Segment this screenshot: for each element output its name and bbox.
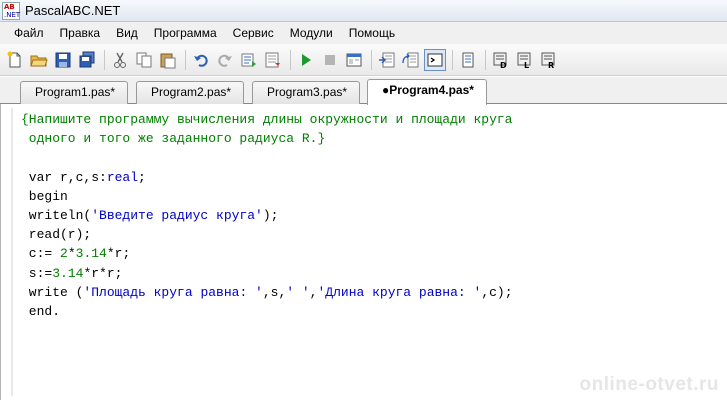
menu-service[interactable]: Сервис bbox=[225, 26, 282, 40]
code-token: c:= bbox=[21, 246, 61, 262]
code-token: real bbox=[106, 169, 139, 185]
menu-file[interactable]: Файл bbox=[6, 26, 52, 40]
tab-strip: Program1.pas* Program2.pas* Program3.pas… bbox=[0, 77, 727, 105]
code-line[interactable]: var r,c,s:real; bbox=[21, 168, 513, 187]
code-token: read(r); bbox=[21, 227, 92, 243]
code-line[interactable]: c:= 2*3.14*r; bbox=[21, 244, 513, 263]
code-token: writeln( bbox=[21, 207, 92, 223]
code-line[interactable]: s:=3.14*r*r; bbox=[21, 264, 513, 283]
code-token: 3.14 bbox=[75, 246, 107, 262]
code-token: ,c); bbox=[481, 284, 513, 300]
tab-program3[interactable]: Program3.pas* bbox=[252, 81, 361, 104]
code-token: * bbox=[67, 246, 76, 262]
watermark: online-otvet.ru bbox=[579, 374, 719, 395]
code-token: var r,c,s: bbox=[21, 169, 107, 185]
toolbar-separator bbox=[371, 49, 372, 70]
code-line[interactable]: write ('Площадь круга равна: ',s,' ','Дл… bbox=[21, 283, 513, 302]
step-over-icon[interactable] bbox=[400, 49, 422, 71]
stop-icon[interactable] bbox=[319, 49, 341, 71]
menu-edit[interactable]: Правка bbox=[52, 26, 109, 40]
code-token: end. bbox=[21, 303, 61, 319]
undo-icon[interactable] bbox=[190, 49, 212, 71]
toolbar-separator bbox=[104, 49, 105, 70]
menu-bar: Файл Правка Вид Программа Сервис Модули … bbox=[0, 22, 727, 44]
toolbar-separator bbox=[290, 49, 291, 70]
toolbar: D L R bbox=[0, 44, 727, 76]
app-icon: AB .NET bbox=[2, 1, 21, 20]
code-line[interactable]: writeln('Введите радиус круга'); bbox=[21, 206, 513, 225]
code-l-icon[interactable]: L bbox=[514, 49, 536, 71]
code-token: одного и того же заданного радиуса R.} bbox=[21, 131, 326, 147]
code-line[interactable]: read(r); bbox=[21, 225, 513, 244]
output-window-icon[interactable] bbox=[424, 48, 446, 71]
code-line[interactable]: одного и того же заданного радиуса R.} bbox=[21, 129, 513, 148]
open-folder-icon[interactable] bbox=[28, 49, 50, 71]
code-token: ,s, bbox=[262, 284, 287, 300]
menu-help[interactable]: Помощь bbox=[341, 26, 403, 40]
code-token: ); bbox=[262, 207, 279, 223]
menu-program[interactable]: Программа bbox=[146, 26, 225, 40]
code-line[interactable]: {Напишите программу вычисления длины окр… bbox=[21, 110, 513, 129]
code-token: 'Длина круга равна: ' bbox=[317, 284, 482, 300]
editor-gutter bbox=[11, 108, 13, 396]
redo-icon[interactable] bbox=[214, 49, 236, 71]
compile-icon[interactable] bbox=[238, 49, 260, 71]
svg-text:D: D bbox=[500, 61, 507, 69]
paste-icon[interactable] bbox=[157, 49, 179, 71]
code-token: ; bbox=[138, 169, 146, 185]
code-token: 3.14 bbox=[52, 265, 84, 281]
code-line[interactable] bbox=[21, 148, 513, 167]
toolbar-separator bbox=[485, 49, 486, 70]
svg-text:R: R bbox=[548, 61, 554, 69]
code-line[interactable]: end. bbox=[21, 302, 513, 321]
code-line[interactable]: begin bbox=[21, 187, 513, 206]
toolbar-separator bbox=[452, 49, 453, 70]
code-token: ' ' bbox=[286, 284, 310, 300]
toolbar-separator bbox=[185, 49, 186, 70]
code-text[interactable]: {Напишите программу вычисления длины окр… bbox=[21, 110, 513, 321]
menu-view[interactable]: Вид bbox=[108, 26, 146, 40]
code-token: 'Введите радиус круга' bbox=[91, 207, 263, 223]
code-d-icon[interactable]: D bbox=[490, 49, 512, 71]
code-token: 2 bbox=[60, 246, 68, 262]
form-designer-icon[interactable] bbox=[343, 49, 365, 71]
menu-modules[interactable]: Модули bbox=[282, 26, 341, 40]
code-r-icon[interactable]: R bbox=[538, 49, 560, 71]
save-icon[interactable] bbox=[52, 49, 74, 71]
code-token: s:= bbox=[21, 265, 53, 281]
code-token: *r; bbox=[106, 246, 131, 262]
cut-icon[interactable] bbox=[109, 49, 131, 71]
code-token: {Напишите программу вычисления длины окр… bbox=[21, 112, 513, 127]
code-token: *r*r; bbox=[83, 265, 123, 281]
window-title: PascalABC.NET bbox=[25, 3, 121, 18]
document-icon[interactable] bbox=[457, 49, 479, 71]
code-editor[interactable]: {Напишите программу вычисления длины окр… bbox=[0, 104, 727, 400]
save-all-icon[interactable] bbox=[76, 49, 98, 71]
copy-icon[interactable] bbox=[133, 49, 155, 71]
tab-program1[interactable]: Program1.pas* bbox=[20, 81, 129, 104]
debug-list-icon[interactable] bbox=[262, 49, 284, 71]
step-into-icon[interactable] bbox=[376, 49, 398, 71]
svg-text:L: L bbox=[524, 61, 529, 69]
title-bar: AB .NET PascalABC.NET bbox=[0, 0, 727, 22]
code-token: 'Площадь круга равна: ' bbox=[83, 284, 263, 300]
run-icon[interactable] bbox=[295, 49, 317, 71]
code-token: write ( bbox=[21, 284, 84, 300]
tab-program2[interactable]: Program2.pas* bbox=[136, 81, 245, 104]
new-file-icon[interactable] bbox=[4, 49, 26, 71]
tab-program4[interactable]: ●Program4.pas* bbox=[367, 79, 487, 105]
code-token: begin bbox=[21, 188, 68, 204]
